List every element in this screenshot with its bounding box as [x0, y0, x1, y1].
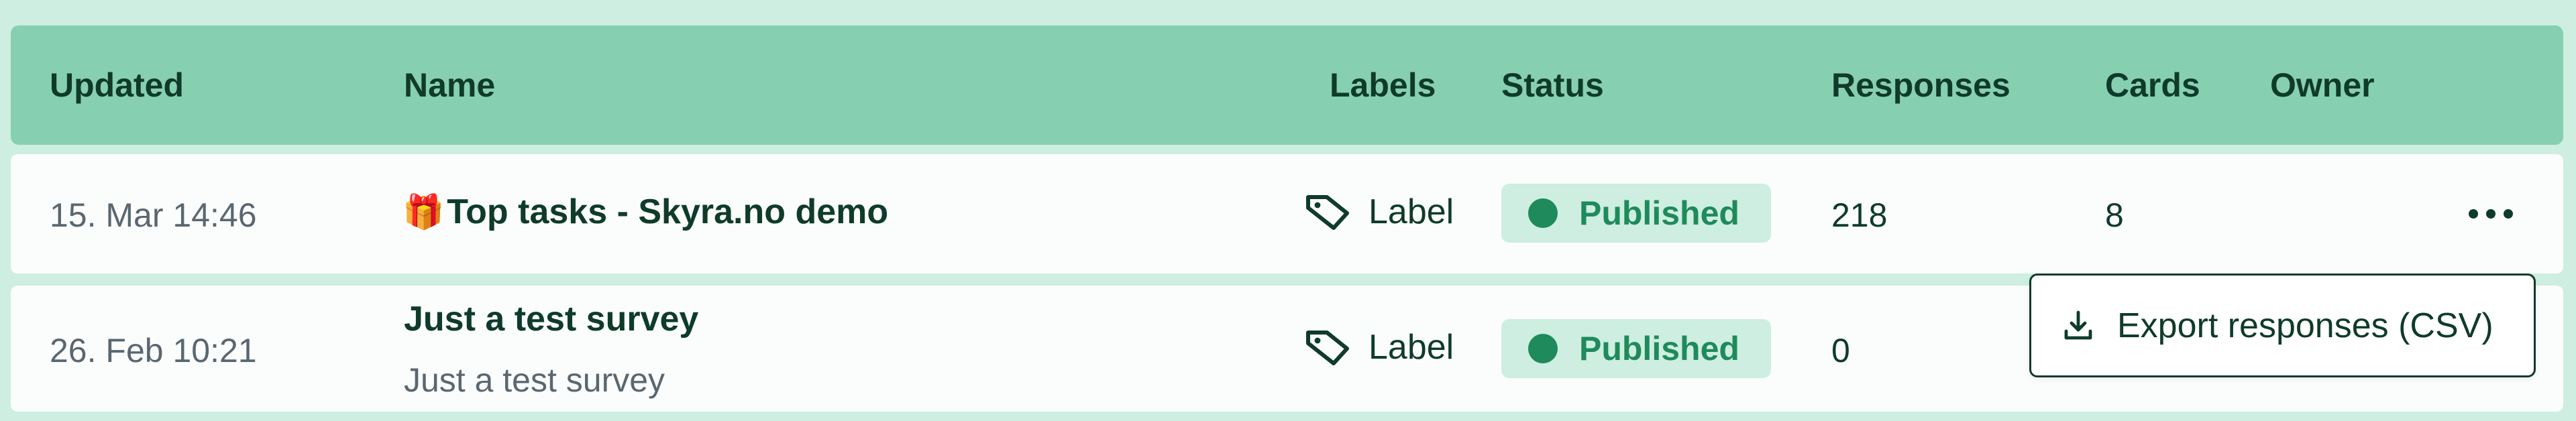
more-horizontal-icon	[2469, 209, 2478, 219]
status-badge: Published	[1501, 184, 1771, 243]
status-text: Published	[1579, 194, 1739, 232]
responses-cell: 218	[1831, 196, 1888, 234]
download-icon	[2064, 310, 2092, 339]
more-dot	[2486, 209, 2496, 219]
export-responses-csv[interactable]: Export responses (CSV)	[2117, 306, 2493, 346]
status-dot	[1528, 334, 1558, 363]
responses-cell: 0	[1831, 332, 1850, 369]
export-menu[interactable]: Export responses (CSV)	[2029, 274, 2536, 377]
label-text: Label	[1368, 328, 1454, 367]
name-cell[interactable]: 🎁 Top tasks - Skyra.no demo	[402, 192, 888, 232]
label-button[interactable]: Label	[1304, 327, 1454, 367]
status-badge: Published	[1501, 319, 1771, 378]
column-status[interactable]: Status	[1501, 25, 1604, 145]
cards-cell: 8	[2105, 196, 2124, 234]
table-header: Updated Name Labels Status Responses Car…	[11, 25, 2563, 145]
column-labels[interactable]: Labels	[1330, 25, 1436, 145]
label-button[interactable]: Label	[1304, 192, 1454, 232]
more-dot	[2504, 209, 2513, 219]
column-cards[interactable]: Cards	[2105, 25, 2200, 145]
more-options-button[interactable]	[2469, 209, 2513, 219]
label-text: Label	[1368, 192, 1454, 231]
status-text: Published	[1579, 330, 1739, 367]
column-owner[interactable]: Owner	[2270, 25, 2375, 145]
updated-cell: 26. Feb 10:21	[50, 332, 257, 369]
column-responses[interactable]: Responses	[1831, 25, 2010, 145]
status-dot	[1528, 198, 1558, 228]
tag-icon	[1306, 330, 1349, 365]
survey-subtitle: Just a test survey	[404, 361, 665, 399]
survey-title[interactable]: Just a test survey	[404, 299, 698, 339]
surveys-table: Updated Name Labels Status Responses Car…	[11, 25, 2563, 412]
column-updated[interactable]: Updated	[50, 25, 184, 145]
survey-title[interactable]: Top tasks - Skyra.no demo	[447, 192, 888, 232]
table-row[interactable]: 15. Mar 14:46 🎁 Top tasks - Skyra.no dem…	[11, 154, 2563, 274]
gift-emoji: 🎁	[402, 192, 445, 231]
tag-icon	[1306, 195, 1349, 230]
updated-cell: 15. Mar 14:46	[50, 196, 257, 234]
column-name[interactable]: Name	[404, 25, 495, 145]
